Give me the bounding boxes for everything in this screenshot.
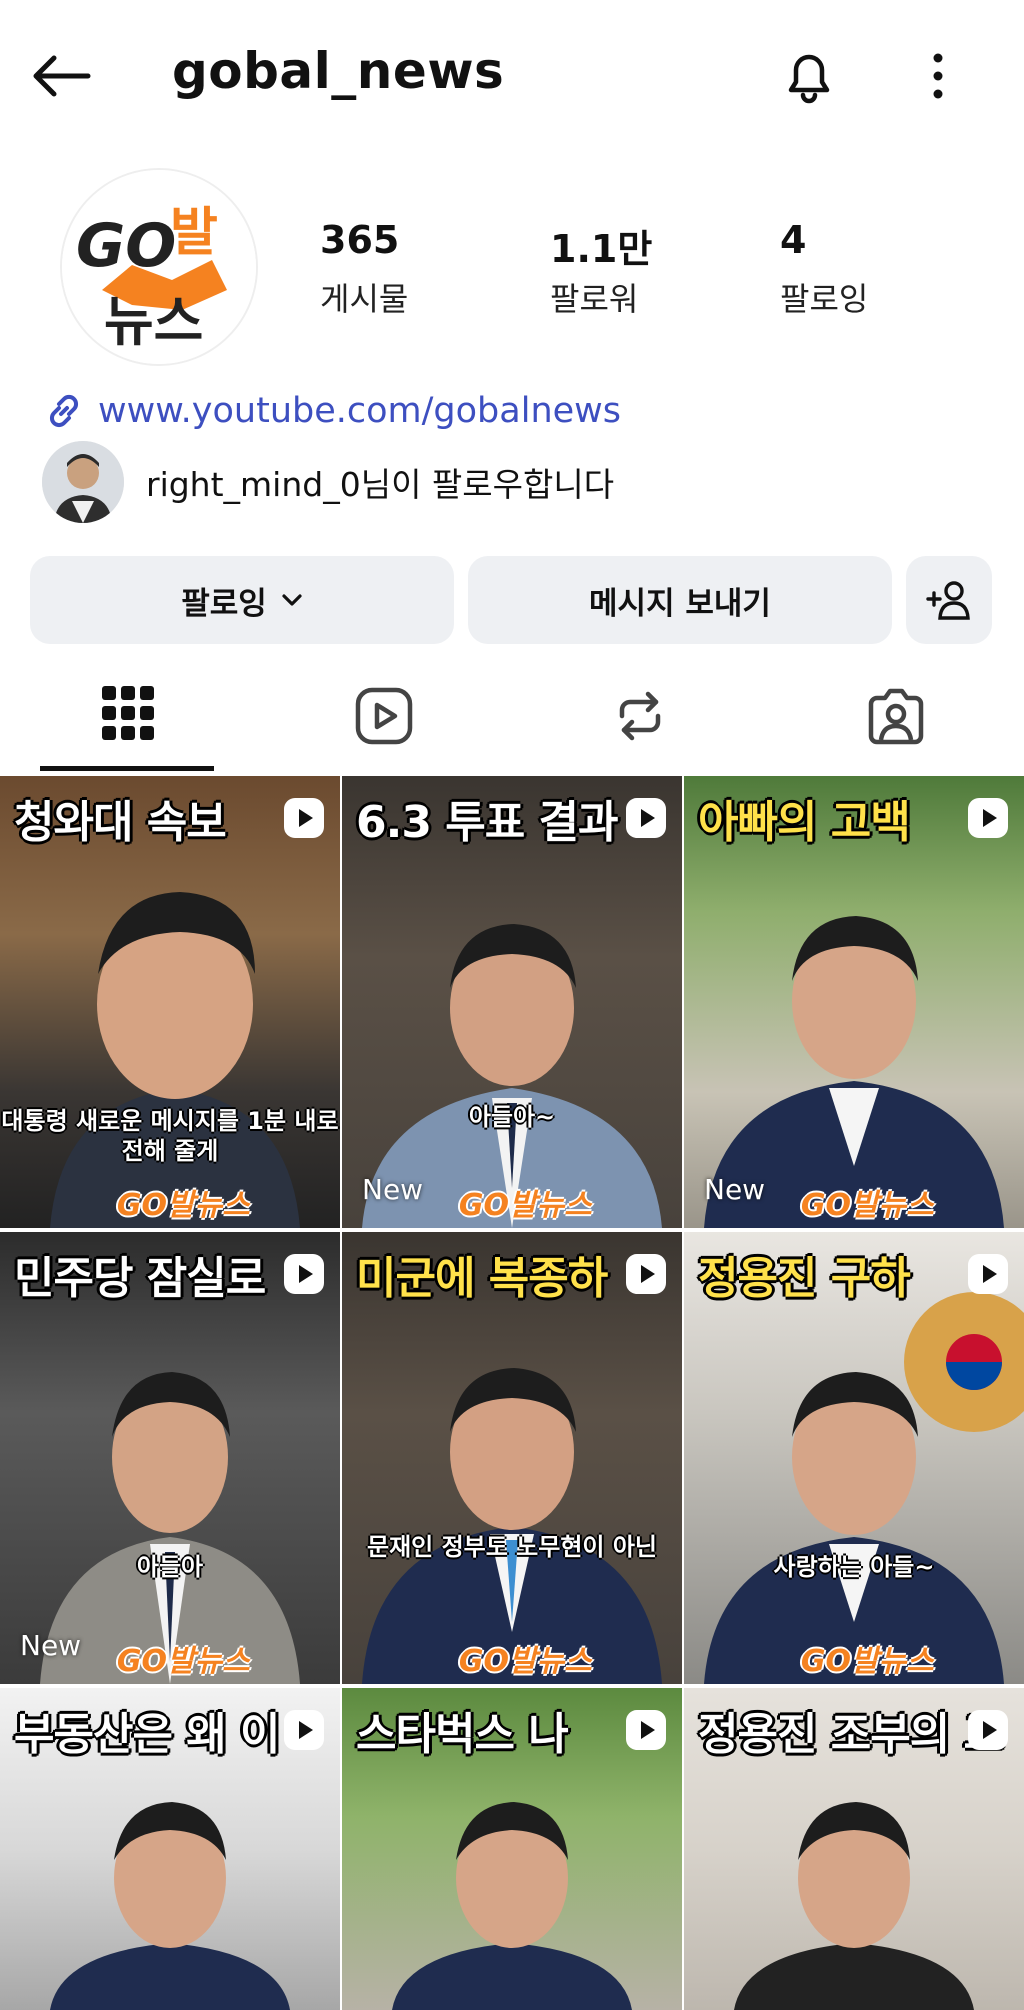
post-thumbnail[interactable]: 민주당 잠실로 아들아 New GO발뉴스 (0, 1232, 340, 1684)
profile-stats: 365 게시물 1.1만 팔로워 4 팔로잉 (320, 218, 960, 328)
reel-badge-icon (282, 1708, 326, 1752)
account-username: gobal_news (172, 42, 505, 100)
svg-text:발: 발 (170, 203, 218, 263)
followers-stat[interactable]: 1.1만 팔로워 (550, 218, 652, 320)
posts-count: 365 (320, 218, 400, 262)
grid-icon (102, 686, 154, 746)
followers-label: 팔로워 (550, 280, 639, 318)
reel-badge-icon (624, 1708, 668, 1752)
new-badge: New (362, 1173, 424, 1206)
more-vertical-icon (920, 48, 956, 104)
svg-text:뉴스: 뉴스 (104, 290, 203, 353)
new-badge: New (20, 1629, 82, 1662)
post-watermark: GO발뉴스 (458, 1644, 592, 1679)
message-label: 메시지 보내기 (589, 585, 771, 622)
following-label: 팔로잉 (780, 280, 869, 318)
post-subtitle: 사랑하는 아들~ (773, 1553, 935, 1581)
arrow-left-icon (30, 54, 92, 98)
reel-badge-icon (966, 796, 1010, 840)
tab-posts[interactable] (0, 660, 256, 772)
reel-badge-icon (624, 1252, 668, 1296)
post-subtitle: 아들아 (136, 1553, 204, 1581)
following-button[interactable]: 팔로잉 (30, 556, 454, 644)
profile-avatar[interactable]: GO 발 뉴스 (60, 168, 258, 366)
notifications-button[interactable] (776, 42, 842, 108)
post-thumbnail[interactable]: 미군에 복종하 문재인 정부도 노무현이 아닌 GO발뉴스 (342, 1232, 682, 1684)
message-button[interactable]: 메시지 보내기 (468, 556, 892, 644)
post-subtitle: 문재인 정부도 노무현이 아닌 (366, 1533, 658, 1561)
link-text: www.youtube.com/gobalnews (98, 391, 622, 431)
post-subtitle: 아들아~ (468, 1103, 556, 1131)
post-thumbnail[interactable]: 스타벅스 나 (342, 1688, 682, 2010)
tab-tagged[interactable] (768, 660, 1024, 772)
posts-grid: 청와대 속보 대통령 새로운 메시지를 1분 내로 전해 줄게 GO발뉴스 6.… (0, 776, 1024, 2010)
post-thumbnail[interactable]: 정용진 조부의 고 (684, 1688, 1024, 2010)
following-stat[interactable]: 4 팔로잉 (780, 218, 868, 320)
followers-count: 1.1만 (550, 227, 653, 271)
presenter-figure (704, 1372, 1004, 1684)
following-count: 4 (780, 218, 807, 262)
reposts-icon (610, 686, 670, 746)
presenter-figure (392, 1802, 632, 2010)
add-user-icon (924, 578, 974, 622)
post-watermark: GO발뉴스 (458, 1188, 592, 1223)
post-watermark: GO발뉴스 (800, 1644, 934, 1679)
following-label: 팔로잉 (181, 585, 267, 622)
post-thumbnail[interactable]: 청와대 속보 대통령 새로운 메시지를 1분 내로 전해 줄게 GO발뉴스 (0, 776, 340, 1228)
reels-icon (354, 686, 414, 746)
tab-reposts[interactable] (512, 660, 768, 772)
more-options-button[interactable] (920, 48, 956, 104)
post-watermark: GO발뉴스 (800, 1188, 934, 1223)
link-icon (42, 389, 86, 433)
post-thumbnail[interactable]: 6.3 투표 결과 아들아~ New GO발뉴스 (342, 776, 682, 1228)
followed-by[interactable]: right_mind_0님이 팔로우합니다 (42, 440, 614, 524)
reel-badge-icon (966, 1708, 1010, 1752)
post-watermark: GO발뉴스 (116, 1644, 250, 1679)
followed-by-text: right_mind_0님이 팔로우합니다 (146, 465, 615, 504)
back-button[interactable] (30, 48, 98, 104)
reel-badge-icon (624, 796, 668, 840)
profile-tabs (0, 660, 1024, 772)
tab-reels[interactable] (256, 660, 512, 772)
reel-badge-icon (966, 1252, 1010, 1296)
chevron-down-icon (281, 593, 303, 607)
reel-badge-icon (282, 796, 326, 840)
post-watermark: GO발뉴스 (116, 1188, 250, 1223)
post-thumbnail[interactable]: 부동산은 왜 이 (0, 1688, 340, 2010)
presenter-figure (50, 892, 300, 1228)
presenter-figure (50, 1802, 290, 2010)
presenter-figure (734, 1802, 974, 2010)
posts-stat[interactable]: 365 게시물 (320, 218, 408, 320)
tagged-icon (865, 686, 927, 746)
bell-icon (776, 42, 842, 108)
add-user-button[interactable] (906, 556, 992, 644)
post-subtitle: 대통령 새로운 메시지를 1분 내로 전해 줄게 (1, 1107, 339, 1165)
posts-label: 게시물 (320, 280, 409, 318)
presenter-figure (362, 1368, 662, 1684)
active-tab-indicator (40, 766, 214, 771)
new-badge: New (704, 1173, 766, 1206)
reel-badge-icon (282, 1252, 326, 1296)
profile-link[interactable]: www.youtube.com/gobalnews (42, 386, 621, 436)
post-thumbnail[interactable]: 정용진 구하 사랑하는 아들~ GO발뉴스 (684, 1232, 1024, 1684)
gobal-news-logo: GO 발 뉴스 (62, 170, 256, 364)
top-bar: gobal_news (0, 0, 1024, 150)
follower-avatar (42, 441, 124, 523)
post-thumbnail[interactable]: 아빠의 고백 New GO발뉴스 (684, 776, 1024, 1228)
svg-text:GO: GO (76, 211, 176, 281)
